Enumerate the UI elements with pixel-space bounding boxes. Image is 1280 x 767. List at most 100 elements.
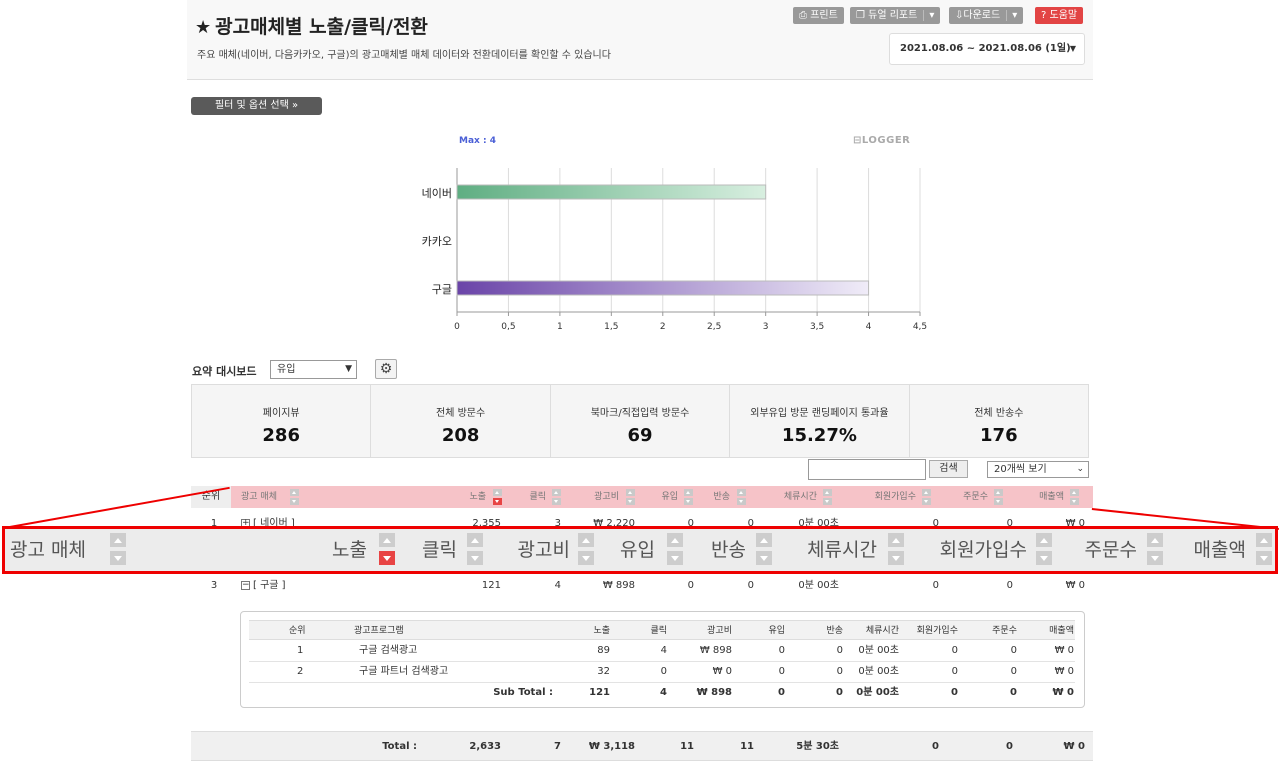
sort-icon	[1036, 533, 1052, 565]
stay-cell: 0분 00초	[856, 687, 899, 698]
table-header: 순위 광고 매체 노출 클릭 광고비 유입 반송 체류시간 회원가입수 주문수 매출액	[191, 486, 1093, 508]
imp-cell: 89	[597, 645, 610, 656]
imp-cell: 2,633	[469, 741, 501, 752]
imp-cell: 121	[481, 580, 501, 591]
sort-icon	[888, 533, 904, 565]
cost-cell: ₩ 898	[602, 580, 635, 591]
sub-column-header: 순위	[289, 626, 306, 636]
column-header[interactable]: 광고비	[594, 486, 619, 508]
sort-icon[interactable]	[552, 489, 561, 505]
stay-cell: 5분 30초	[796, 741, 839, 752]
sort-icon[interactable]	[737, 489, 746, 505]
column-header[interactable]: 노출	[469, 486, 486, 508]
category-label: 카카오	[421, 235, 452, 248]
sub-total-label: Sub Total :	[493, 687, 553, 698]
zoomed-column-header: 반송	[711, 539, 746, 561]
table-row[interactable]: 3 −[ 구글 ] 121 4 ₩ 898 0 0 0분 00초 0 0 ₩ 0	[191, 574, 1093, 598]
order-cell: 0	[1010, 645, 1017, 656]
sort-icon	[667, 533, 683, 565]
bar-네이버	[456, 184, 767, 200]
sort-icon[interactable]	[994, 489, 1003, 505]
zoomed-column-header: 노출	[332, 539, 367, 561]
imp-cell: 121	[589, 687, 610, 698]
category-label: 네이버	[421, 187, 452, 200]
sort-icon[interactable]	[290, 489, 299, 505]
summary-metric-select[interactable]: 유입 ▼	[270, 360, 357, 379]
clk-cell: 4	[554, 580, 561, 591]
x-tick-label: 2	[659, 322, 666, 332]
gear-icon[interactable]: ⚙	[375, 359, 397, 379]
sort-icon	[1256, 533, 1272, 565]
summary-cards: 페이지뷰 286 전체 방문수 208 북마크/직접입력 방문수 69 외부유입…	[191, 384, 1089, 458]
sort-icon	[1147, 533, 1163, 565]
x-tick-label: 1	[557, 322, 563, 332]
sub-column-header: 유입	[768, 626, 785, 636]
rank-cell: 1	[297, 645, 304, 656]
cost-cell: ₩ 0	[712, 666, 732, 677]
join-cell: 0	[951, 687, 958, 698]
sub-column-header: 주문수	[992, 626, 1017, 636]
sort-icon[interactable]	[626, 489, 635, 505]
in-cell: 0	[778, 687, 785, 698]
sub-column-header: 회원가입수	[916, 626, 958, 636]
sort-icon[interactable]	[684, 489, 693, 505]
column-header[interactable]: 유입	[661, 486, 678, 508]
column-header[interactable]: 광고 매체	[241, 486, 277, 508]
search-button[interactable]: 검색	[929, 460, 968, 478]
column-header[interactable]: 매출액	[1039, 486, 1064, 508]
order-cell: 0	[1010, 666, 1017, 677]
column-header[interactable]: 체류시간	[784, 486, 817, 508]
order-cell: 0	[1006, 580, 1013, 591]
ad-program-cell: 구글 파트너 검색광고	[359, 666, 449, 677]
sort-icon	[110, 533, 126, 565]
category-label: 구글	[431, 283, 452, 296]
column-header[interactable]: 주문수	[963, 486, 988, 508]
bounce-cell: 0	[836, 645, 843, 656]
cost-cell: ₩ 898	[699, 645, 732, 656]
join-cell: 0	[932, 580, 939, 591]
caret-down-icon: ▼	[345, 364, 352, 374]
search-input[interactable]	[808, 459, 926, 480]
column-header[interactable]: 회원가입수	[875, 486, 916, 508]
collapse-icon[interactable]: −	[241, 580, 250, 590]
x-tick-label: 3,5	[809, 322, 825, 332]
in-cell: 0	[778, 666, 785, 677]
join-cell: 0	[951, 666, 958, 677]
sort-icon	[467, 533, 483, 565]
sort-icon[interactable]	[1070, 489, 1079, 505]
zoomed-column-header: 광고 매체	[10, 539, 86, 561]
imp-cell: 32	[597, 666, 610, 677]
summary-card-pageview: 페이지뷰 286	[192, 385, 372, 457]
sort-icon[interactable]	[823, 489, 832, 505]
sales-cell: ₩ 0	[1054, 666, 1074, 677]
zoomed-column-header: 주문수	[1084, 539, 1137, 561]
zoomed-column-header: 클릭	[422, 539, 457, 561]
x-tick-label: 0	[454, 322, 460, 332]
column-header[interactable]: 클릭	[529, 486, 546, 508]
sort-icon	[379, 533, 395, 565]
sales-cell: ₩ 0	[1065, 580, 1085, 591]
sort-icon	[578, 533, 594, 565]
sub-total-row: Sub Total : 121 4 ₩ 898 0 0 0분 00초 0 0 ₩ 0	[249, 683, 1075, 704]
column-header[interactable]: 반송	[713, 486, 730, 508]
table-row[interactable]: 1 구글 검색광고 89 4 ₩ 898 0 0 0분 00초 0 0 ₩ 0	[249, 641, 1075, 662]
clk-cell: 4	[660, 645, 667, 656]
sort-icon[interactable]	[493, 489, 502, 505]
zoomed-column-header: 체류시간	[807, 539, 877, 561]
sales-cell: ₩ 0	[1054, 645, 1074, 656]
sub-column-header: 체류시간	[865, 626, 899, 636]
sub-column-header: 매출액	[1049, 626, 1074, 636]
stay-cell: 0분 00초	[798, 580, 839, 591]
sub-table: 순위 광고프로그램 노출 클릭 광고비 유입 반송 체류시간 회원가입수 주문수 매출액 1 구글 검…	[240, 611, 1085, 708]
total-row: Total : 2,633 7 ₩ 3,118 11 11 5분 30초 0 0 ₩ 0	[191, 731, 1093, 761]
chevron-down-icon: ⌄	[1076, 464, 1084, 474]
table-row[interactable]: 2 구글 파트너 검색광고 32 0 ₩ 0 0 0 0분 00초 0 0 ₩ 0	[249, 662, 1075, 683]
in-cell: 0	[778, 645, 785, 656]
in-cell: 0	[687, 580, 694, 591]
sort-icon	[756, 533, 772, 565]
sort-icon[interactable]	[922, 489, 931, 505]
clk-cell: 7	[554, 741, 561, 752]
per-page-select[interactable]: 20개씩 보기 ⌄	[987, 461, 1089, 478]
bounce-cell: 0	[836, 687, 843, 698]
bounce-cell: 0	[836, 666, 843, 677]
